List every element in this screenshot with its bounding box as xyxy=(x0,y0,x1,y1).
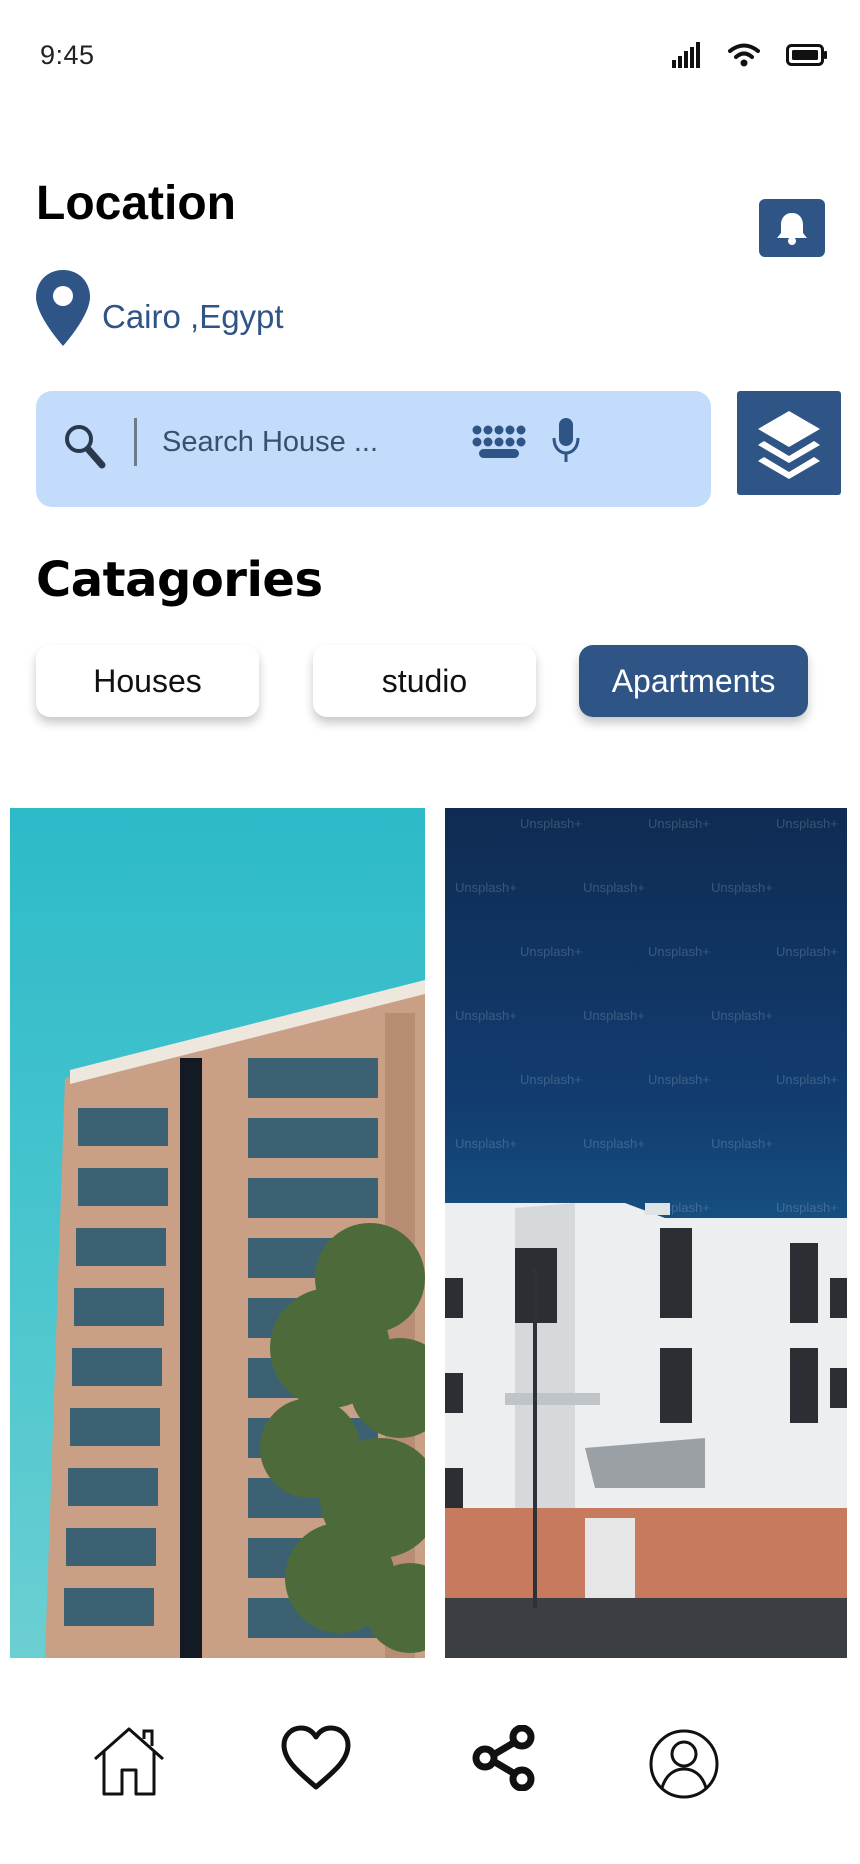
status-icons xyxy=(672,42,828,68)
svg-text:Unsplash+: Unsplash+ xyxy=(455,1136,517,1151)
category-houses-chip[interactable]: Houses xyxy=(36,645,259,717)
category-apartments-chip[interactable]: Apartments xyxy=(579,645,808,717)
categories-title: Catagories xyxy=(36,552,323,608)
svg-text:Unsplash+: Unsplash+ xyxy=(711,880,773,895)
status-time: 9:45 xyxy=(40,40,95,70)
microphone-icon[interactable] xyxy=(552,416,580,464)
svg-text:Unsplash+: Unsplash+ xyxy=(648,1072,710,1087)
svg-text:Unsplash+: Unsplash+ xyxy=(455,880,517,895)
svg-text:Unsplash+: Unsplash+ xyxy=(583,1136,645,1151)
svg-text:Unsplash+: Unsplash+ xyxy=(776,1200,838,1215)
signal-icon xyxy=(672,42,700,68)
search-input[interactable] xyxy=(162,420,452,464)
category-studio-chip[interactable]: studio xyxy=(313,645,536,717)
watermark-text: Unsplash+ xyxy=(520,816,582,831)
listing-image-1[interactable] xyxy=(10,808,425,1658)
location-text[interactable]: Cairo ,Egypt xyxy=(102,298,284,336)
bell-icon xyxy=(777,213,807,245)
filter-layers-button[interactable] xyxy=(737,391,841,495)
location-pin-icon xyxy=(36,270,90,346)
svg-text:Unsplash+: Unsplash+ xyxy=(648,944,710,959)
wifi-icon xyxy=(728,43,760,67)
page-title: Location xyxy=(36,177,236,230)
svg-text:Unsplash+: Unsplash+ xyxy=(520,944,582,959)
svg-text:Unsplash+: Unsplash+ xyxy=(648,816,710,831)
svg-text:Unsplash+: Unsplash+ xyxy=(583,1008,645,1023)
keyboard-icon[interactable] xyxy=(471,424,527,460)
building-photo: Unsplash+ Unsplash+ Unsplash+ Unsplash+ … xyxy=(445,816,847,1658)
svg-text:Unsplash+: Unsplash+ xyxy=(583,880,645,895)
share-icon[interactable] xyxy=(472,1725,536,1791)
svg-text:Unsplash+: Unsplash+ xyxy=(711,1136,773,1151)
layers-icon xyxy=(758,411,820,479)
home-icon[interactable] xyxy=(92,1725,166,1797)
svg-text:Unsplash+: Unsplash+ xyxy=(520,1072,582,1087)
building-photo xyxy=(45,980,425,1658)
svg-text:Unsplash+: Unsplash+ xyxy=(776,1072,838,1087)
svg-text:Unsplash+: Unsplash+ xyxy=(776,944,838,959)
heart-icon[interactable] xyxy=(280,1725,352,1793)
notification-button[interactable] xyxy=(759,199,825,257)
listing-image-2[interactable]: Unsplash+ Unsplash+ Unsplash+ Unsplash+ … xyxy=(445,808,847,1658)
search-divider xyxy=(134,418,137,466)
search-icon[interactable] xyxy=(62,422,108,470)
svg-text:Unsplash+: Unsplash+ xyxy=(711,1008,773,1023)
profile-icon[interactable] xyxy=(648,1728,720,1800)
svg-text:Unsplash+: Unsplash+ xyxy=(776,816,838,831)
svg-text:Unsplash+: Unsplash+ xyxy=(455,1008,517,1023)
battery-icon xyxy=(786,44,827,66)
